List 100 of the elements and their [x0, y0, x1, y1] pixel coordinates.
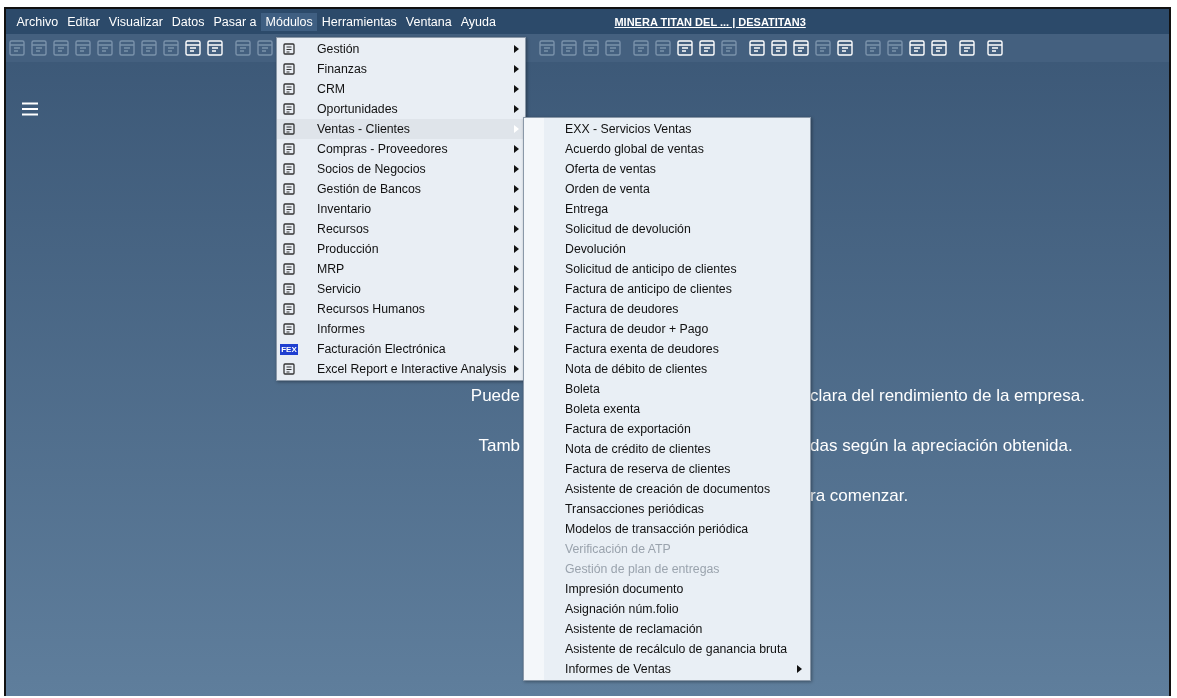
menu-item-label: Finanzas: [317, 62, 368, 76]
menu-item[interactable]: FEX Facturación Electrónica: [277, 339, 525, 359]
menu-item-label: Gestión de Bancos: [317, 182, 422, 196]
module-icon: [283, 143, 295, 155]
menu-item[interactable]: Asignación núm.folio: [524, 599, 810, 619]
menu-item-label: Facturación Electrónica: [317, 342, 447, 356]
menu-item-label: Gestión: [317, 42, 361, 56]
menu-item[interactable]: CRM: [277, 79, 525, 99]
submenu-arrow-icon: [514, 85, 519, 93]
menu-item[interactable]: Devolución: [524, 239, 810, 259]
menu-item-label: CRM: [317, 82, 346, 96]
menu-item[interactable]: Recursos Humanos: [277, 299, 525, 319]
submenu-arrow-icon: [514, 125, 519, 133]
menu-bar-item[interactable]: Pasar a: [208, 12, 262, 31]
menu-item[interactable]: MRP: [277, 259, 525, 279]
menu-item[interactable]: Compras - Proveedores: [277, 139, 525, 159]
submenu-arrow-icon: [514, 45, 519, 53]
submenu-arrow-icon: [514, 145, 519, 153]
menu-bar-item[interactable]: Ayuda: [456, 12, 501, 31]
menu-item-label: Excel Report e Interactive Analysis: [317, 362, 508, 376]
submenu-arrow-icon: [514, 165, 519, 173]
menu-item-label: Recursos Humanos: [317, 302, 426, 316]
menu-item[interactable]: Solicitud de devolución: [524, 219, 810, 239]
menu-bar-item[interactable]: Datos: [167, 12, 209, 31]
menu-item[interactable]: Boleta: [524, 379, 810, 399]
menu-item[interactable]: Impresión documento: [524, 579, 810, 599]
menu-item[interactable]: Factura de reserva de clientes: [524, 459, 810, 479]
menu-item[interactable]: Informes de Ventas: [524, 659, 810, 679]
menu-item[interactable]: Factura de exportación: [524, 419, 810, 439]
menu-item[interactable]: Factura de deudores: [524, 299, 810, 319]
submenu-arrow-icon: [514, 305, 519, 313]
menu-bar-item[interactable]: Archivo: [12, 12, 63, 31]
menu-item[interactable]: Producción: [277, 239, 525, 259]
menu-item[interactable]: Boleta exenta: [524, 399, 810, 419]
menu-item[interactable]: Entrega: [524, 199, 810, 219]
menu-item[interactable]: Acuerdo global de ventas: [524, 139, 810, 159]
submenu-arrow-icon: [514, 225, 519, 233]
menu-item[interactable]: Gestión: [277, 39, 525, 59]
menu-item[interactable]: Gestión de Bancos: [277, 179, 525, 199]
menu-item[interactable]: Transacciones periódicas: [524, 499, 810, 519]
welcome-text: ra comenzar.: [810, 486, 910, 506]
menu-bar-item[interactable]: Módulos: [261, 12, 318, 31]
submenu-arrow-icon: [514, 65, 519, 73]
menu-item-label: MRP: [317, 262, 346, 276]
welcome-text: clara del rendimiento de la empresa.: [810, 386, 1086, 406]
module-icon: [283, 63, 295, 75]
menu-item[interactable]: Finanzas: [277, 59, 525, 79]
menu-item[interactable]: Asistente de reclamación: [524, 619, 810, 639]
menu-item-label: Compras - Proveedores: [317, 142, 449, 156]
module-icon: [283, 163, 295, 175]
menu-item[interactable]: Factura de anticipo de clientes: [524, 279, 810, 299]
menu-item[interactable]: Nota de débito de clientes: [524, 359, 810, 379]
menu-item[interactable]: Ventas - Clientes: [277, 119, 525, 139]
submenu-arrow-icon: [514, 365, 519, 373]
module-icon: [283, 243, 295, 255]
menu-icon[interactable]: [22, 102, 38, 116]
menu-item-label: Servicio: [317, 282, 362, 296]
company-link[interactable]: MINERA TITAN DEL ... | DESATITAN3: [614, 15, 806, 28]
submenu-arrow-icon: [514, 205, 519, 213]
module-icon: [283, 363, 295, 375]
menu-item[interactable]: EXX - Servicios Ventas: [524, 119, 810, 139]
submenu-arrow-icon: [514, 185, 519, 193]
module-icon: [283, 283, 295, 295]
menu-item[interactable]: Solicitud de anticipo de clientes: [524, 259, 810, 279]
menu-item-label: Informes: [317, 322, 366, 336]
badge: FEX: [280, 343, 298, 355]
menu-item[interactable]: Factura exenta de deudores: [524, 339, 810, 359]
menu-item[interactable]: Recursos: [277, 219, 525, 239]
menu-item[interactable]: Informes: [277, 319, 525, 339]
submenu-arrow-icon: [514, 245, 519, 253]
module-icon: [283, 183, 295, 195]
menu-bar-item[interactable]: Herramientas: [317, 12, 402, 31]
menu-item[interactable]: Oferta de ventas: [524, 159, 810, 179]
menu-item-label: Recursos: [317, 222, 370, 236]
submenu-arrow-icon: [514, 345, 519, 353]
menu-item-label: Socios de Negocios: [317, 162, 427, 176]
menu-bar-item[interactable]: Ventana: [401, 12, 457, 31]
menu-bar-item[interactable]: Visualizar: [104, 12, 168, 31]
menu-item-label: Ventas - Clientes: [317, 122, 411, 136]
menu-item[interactable]: Factura de deudor + Pago: [524, 319, 810, 339]
menu-item[interactable]: Modelos de transacción periódica: [524, 519, 810, 539]
menu-bar-item[interactable]: Editar: [62, 12, 105, 31]
menu-item[interactable]: Orden de venta: [524, 179, 810, 199]
module-icon: [283, 103, 295, 115]
menu-item[interactable]: Servicio: [277, 279, 525, 299]
menu-item-label: Oportunidades: [317, 102, 399, 116]
welcome-text: Tamb: [478, 436, 520, 456]
menu-item[interactable]: Socios de Negocios: [277, 159, 525, 179]
module-icon: [283, 123, 295, 135]
module-icon: [283, 83, 295, 95]
menu-item[interactable]: Oportunidades: [277, 99, 525, 119]
welcome-text: das según la apreciación obtenida.: [810, 436, 1074, 456]
menu-item[interactable]: Asistente de creación de documentos: [524, 479, 810, 499]
menu-item[interactable]: Asistente de recálculo de ganancia bruta: [524, 639, 810, 659]
menu-item[interactable]: Inventario: [277, 199, 525, 219]
module-icon: [283, 43, 295, 55]
module-icon: [283, 223, 295, 235]
menu-item[interactable]: Excel Report e Interactive Analysis: [277, 359, 525, 379]
menu-item[interactable]: Nota de crédito de clientes: [524, 439, 810, 459]
menu-item-label: Inventario: [317, 202, 372, 216]
